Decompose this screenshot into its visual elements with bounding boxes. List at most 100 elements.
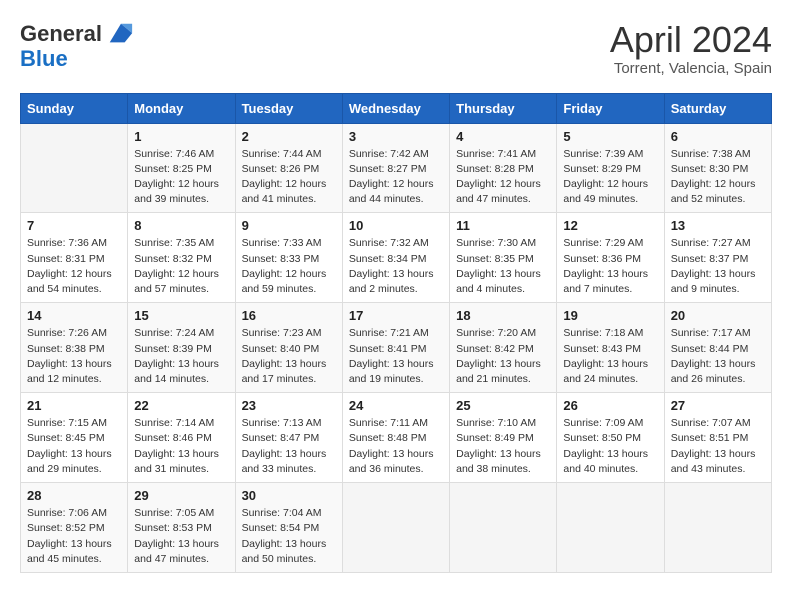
main-title: April 2024 bbox=[610, 20, 772, 60]
day-number: 13 bbox=[671, 218, 765, 233]
weekday-header-saturday: Saturday bbox=[664, 93, 771, 123]
day-info: Sunrise: 7:09 AMSunset: 8:50 PMDaylight:… bbox=[563, 416, 657, 477]
day-number: 23 bbox=[242, 398, 336, 413]
day-info: Sunrise: 7:33 AMSunset: 8:33 PMDaylight:… bbox=[242, 236, 336, 297]
day-number: 2 bbox=[242, 129, 336, 144]
day-number: 14 bbox=[27, 308, 121, 323]
calendar-cell: 5 Sunrise: 7:39 AMSunset: 8:29 PMDaylight… bbox=[557, 123, 664, 213]
calendar-cell: 10 Sunrise: 7:32 AMSunset: 8:34 PMDayligh… bbox=[342, 213, 449, 303]
day-number: 11 bbox=[456, 218, 550, 233]
calendar-cell: 22 Sunrise: 7:14 AMSunset: 8:46 PMDayligh… bbox=[128, 393, 235, 483]
day-info: Sunrise: 7:27 AMSunset: 8:37 PMDaylight:… bbox=[671, 236, 765, 297]
weekday-header-monday: Monday bbox=[128, 93, 235, 123]
day-info: Sunrise: 7:14 AMSunset: 8:46 PMDaylight:… bbox=[134, 416, 228, 477]
day-info: Sunrise: 7:29 AMSunset: 8:36 PMDaylight:… bbox=[563, 236, 657, 297]
logo-icon bbox=[106, 20, 134, 48]
calendar-cell: 28 Sunrise: 7:06 AMSunset: 8:52 PMDayligh… bbox=[21, 483, 128, 573]
calendar-week-row: 7Sunrise: 7:36 AMSunset: 8:31 PMDaylight… bbox=[21, 213, 772, 303]
calendar-cell bbox=[557, 483, 664, 573]
day-info: Sunrise: 7:17 AMSunset: 8:44 PMDaylight:… bbox=[671, 326, 765, 387]
day-number: 24 bbox=[349, 398, 443, 413]
calendar-cell bbox=[450, 483, 557, 573]
day-number: 15 bbox=[134, 308, 228, 323]
day-number: 25 bbox=[456, 398, 550, 413]
day-info: Sunrise: 7:36 AMSunset: 8:31 PMDaylight:… bbox=[27, 236, 121, 297]
day-info: Sunrise: 7:06 AMSunset: 8:52 PMDaylight:… bbox=[27, 506, 121, 567]
day-number: 5 bbox=[563, 129, 657, 144]
calendar-cell: 9 Sunrise: 7:33 AMSunset: 8:33 PMDaylight… bbox=[235, 213, 342, 303]
day-info: Sunrise: 7:18 AMSunset: 8:43 PMDaylight:… bbox=[563, 326, 657, 387]
day-info: Sunrise: 7:24 AMSunset: 8:39 PMDaylight:… bbox=[134, 326, 228, 387]
day-info: Sunrise: 7:10 AMSunset: 8:49 PMDaylight:… bbox=[456, 416, 550, 477]
day-info: Sunrise: 7:32 AMSunset: 8:34 PMDaylight:… bbox=[349, 236, 443, 297]
day-info: Sunrise: 7:13 AMSunset: 8:47 PMDaylight:… bbox=[242, 416, 336, 477]
calendar-cell: 16 Sunrise: 7:23 AMSunset: 8:40 PMDayligh… bbox=[235, 303, 342, 393]
weekday-header-sunday: Sunday bbox=[21, 93, 128, 123]
calendar-cell: 2 Sunrise: 7:44 AMSunset: 8:26 PMDaylight… bbox=[235, 123, 342, 213]
day-info: Sunrise: 7:41 AMSunset: 8:28 PMDaylight:… bbox=[456, 147, 550, 208]
day-info: Sunrise: 7:44 AMSunset: 8:26 PMDaylight:… bbox=[242, 147, 336, 208]
calendar-cell: 4 Sunrise: 7:41 AMSunset: 8:28 PMDaylight… bbox=[450, 123, 557, 213]
day-number: 3 bbox=[349, 129, 443, 144]
calendar-cell: 26 Sunrise: 7:09 AMSunset: 8:50 PMDayligh… bbox=[557, 393, 664, 483]
day-number: 17 bbox=[349, 308, 443, 323]
day-number: 4 bbox=[456, 129, 550, 144]
subtitle: Torrent, Valencia, Spain bbox=[610, 60, 772, 77]
day-number: 16 bbox=[242, 308, 336, 323]
calendar-cell: 20 Sunrise: 7:17 AMSunset: 8:44 PMDayligh… bbox=[664, 303, 771, 393]
calendar-cell: 1Sunrise: 7:46 AMSunset: 8:25 PMDaylight… bbox=[128, 123, 235, 213]
day-number: 19 bbox=[563, 308, 657, 323]
day-number: 6 bbox=[671, 129, 765, 144]
day-info: Sunrise: 7:46 AMSunset: 8:25 PMDaylight:… bbox=[134, 147, 228, 208]
page-header: General Blue April 2024 Torrent, Valenci… bbox=[20, 20, 772, 77]
day-number: 8 bbox=[134, 218, 228, 233]
calendar-cell: 25 Sunrise: 7:10 AMSunset: 8:49 PMDayligh… bbox=[450, 393, 557, 483]
day-info: Sunrise: 7:04 AMSunset: 8:54 PMDaylight:… bbox=[242, 506, 336, 567]
title-block: April 2024 Torrent, Valencia, Spain bbox=[610, 20, 772, 77]
calendar-cell: 21Sunrise: 7:15 AMSunset: 8:45 PMDayligh… bbox=[21, 393, 128, 483]
day-number: 21 bbox=[27, 398, 121, 413]
calendar-cell: 8 Sunrise: 7:35 AMSunset: 8:32 PMDaylight… bbox=[128, 213, 235, 303]
calendar-week-row: 1Sunrise: 7:46 AMSunset: 8:25 PMDaylight… bbox=[21, 123, 772, 213]
calendar-cell: 7Sunrise: 7:36 AMSunset: 8:31 PMDaylight… bbox=[21, 213, 128, 303]
logo: General Blue bbox=[20, 20, 134, 71]
weekday-header-thursday: Thursday bbox=[450, 93, 557, 123]
day-info: Sunrise: 7:20 AMSunset: 8:42 PMDaylight:… bbox=[456, 326, 550, 387]
day-number: 9 bbox=[242, 218, 336, 233]
day-number: 30 bbox=[242, 488, 336, 503]
day-number: 22 bbox=[134, 398, 228, 413]
calendar-cell: 24 Sunrise: 7:11 AMSunset: 8:48 PMDayligh… bbox=[342, 393, 449, 483]
day-number: 29 bbox=[134, 488, 228, 503]
day-info: Sunrise: 7:42 AMSunset: 8:27 PMDaylight:… bbox=[349, 147, 443, 208]
calendar-cell: 18 Sunrise: 7:20 AMSunset: 8:42 PMDayligh… bbox=[450, 303, 557, 393]
calendar-table: SundayMondayTuesdayWednesdayThursdayFrid… bbox=[20, 93, 772, 573]
weekday-header-friday: Friday bbox=[557, 93, 664, 123]
day-info: Sunrise: 7:23 AMSunset: 8:40 PMDaylight:… bbox=[242, 326, 336, 387]
day-info: Sunrise: 7:07 AMSunset: 8:51 PMDaylight:… bbox=[671, 416, 765, 477]
day-info: Sunrise: 7:39 AMSunset: 8:29 PMDaylight:… bbox=[563, 147, 657, 208]
calendar-cell: 23 Sunrise: 7:13 AMSunset: 8:47 PMDayligh… bbox=[235, 393, 342, 483]
calendar-week-row: 14 Sunrise: 7:26 AMSunset: 8:38 PMDayligh… bbox=[21, 303, 772, 393]
logo-general: General bbox=[20, 23, 102, 45]
day-number: 26 bbox=[563, 398, 657, 413]
day-number: 20 bbox=[671, 308, 765, 323]
day-number: 10 bbox=[349, 218, 443, 233]
calendar-cell bbox=[21, 123, 128, 213]
day-info: Sunrise: 7:05 AMSunset: 8:53 PMDaylight:… bbox=[134, 506, 228, 567]
day-number: 18 bbox=[456, 308, 550, 323]
calendar-cell: 3 Sunrise: 7:42 AMSunset: 8:27 PMDaylight… bbox=[342, 123, 449, 213]
day-info: Sunrise: 7:11 AMSunset: 8:48 PMDaylight:… bbox=[349, 416, 443, 477]
calendar-cell: 13 Sunrise: 7:27 AMSunset: 8:37 PMDayligh… bbox=[664, 213, 771, 303]
calendar-cell: 19 Sunrise: 7:18 AMSunset: 8:43 PMDayligh… bbox=[557, 303, 664, 393]
day-info: Sunrise: 7:35 AMSunset: 8:32 PMDaylight:… bbox=[134, 236, 228, 297]
calendar-cell: 17 Sunrise: 7:21 AMSunset: 8:41 PMDayligh… bbox=[342, 303, 449, 393]
weekday-header-wednesday: Wednesday bbox=[342, 93, 449, 123]
day-info: Sunrise: 7:26 AMSunset: 8:38 PMDaylight:… bbox=[27, 326, 121, 387]
day-info: Sunrise: 7:21 AMSunset: 8:41 PMDaylight:… bbox=[349, 326, 443, 387]
calendar-cell: 14 Sunrise: 7:26 AMSunset: 8:38 PMDayligh… bbox=[21, 303, 128, 393]
day-number: 28 bbox=[27, 488, 121, 503]
day-number: 12 bbox=[563, 218, 657, 233]
calendar-week-row: 28 Sunrise: 7:06 AMSunset: 8:52 PMDayligh… bbox=[21, 483, 772, 573]
weekday-header-row: SundayMondayTuesdayWednesdayThursdayFrid… bbox=[21, 93, 772, 123]
day-info: Sunrise: 7:30 AMSunset: 8:35 PMDaylight:… bbox=[456, 236, 550, 297]
